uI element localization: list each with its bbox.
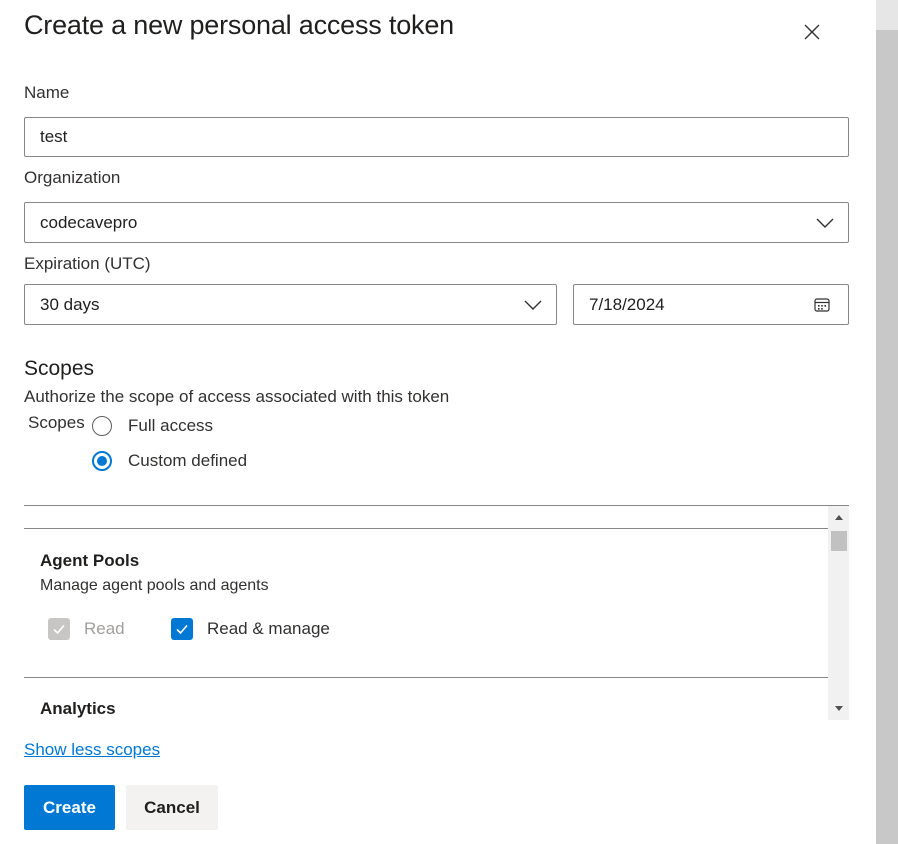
- name-input[interactable]: test: [24, 117, 849, 157]
- scope-description-agent-pools: Manage agent pools and agents: [40, 577, 269, 594]
- expiration-duration-value: 30 days: [40, 294, 100, 314]
- read-checkbox-label: Read: [84, 619, 125, 638]
- scopes-group-label: Scopes: [28, 413, 85, 432]
- chevron-down-icon: [816, 218, 834, 228]
- scopes-description: Authorize the scope of access associated…: [24, 387, 450, 406]
- expiration-duration-dropdown[interactable]: 30 days: [24, 284, 557, 325]
- create-button[interactable]: Create: [24, 785, 115, 830]
- expiration-date-picker[interactable]: 7/18/2024: [573, 284, 849, 325]
- scroll-down-arrow-icon[interactable]: [835, 706, 843, 711]
- close-icon: [804, 24, 820, 40]
- scrollbar-thumb[interactable]: [831, 531, 847, 551]
- full-access-label: Full access: [128, 416, 214, 435]
- read-manage-checkbox-label: Read & manage: [207, 619, 330, 638]
- organization-value: codecavepro: [40, 212, 138, 232]
- custom-defined-label: Custom defined: [128, 451, 248, 470]
- scope-list-scrollbar[interactable]: [828, 506, 849, 720]
- scope-name-agent-pools: Agent Pools: [40, 551, 140, 570]
- scopes-heading: Scopes: [24, 357, 95, 380]
- scrollbar-track: [876, 0, 898, 30]
- calendar-icon[interactable]: [814, 297, 830, 313]
- checkmark-icon: [53, 624, 65, 635]
- checkbox-box: [171, 618, 193, 640]
- name-label: Name: [24, 83, 70, 102]
- scope-divider: [24, 528, 828, 529]
- scope-divider: [24, 677, 828, 678]
- cancel-button[interactable]: Cancel: [126, 785, 218, 830]
- create-token-dialog: Create a new personal access token Name …: [0, 0, 876, 844]
- dialog-title: Create a new personal access token: [24, 10, 454, 40]
- scope-list[interactable]: Agent Pools Manage agent pools and agent…: [24, 506, 849, 720]
- radio-circle: [92, 416, 112, 436]
- expiration-date-value: 7/18/2024: [589, 294, 665, 314]
- organization-dropdown[interactable]: codecavepro: [24, 202, 849, 243]
- show-less-scopes-link[interactable]: Show less scopes: [24, 740, 160, 760]
- page-scrollbar[interactable]: [876, 0, 898, 844]
- read-manage-checkbox[interactable]: Read & manage: [171, 618, 330, 640]
- full-access-radio[interactable]: Full access: [92, 416, 213, 436]
- scope-name-analytics: Analytics: [40, 699, 116, 718]
- radio-circle-selected: [92, 451, 112, 471]
- name-input-value: test: [40, 127, 68, 146]
- scroll-up-arrow-icon[interactable]: [835, 515, 843, 520]
- expiration-label: Expiration (UTC): [24, 254, 151, 273]
- chevron-down-icon: [524, 300, 542, 310]
- checkbox-box: [48, 618, 70, 640]
- custom-defined-radio[interactable]: Custom defined: [92, 451, 247, 471]
- read-checkbox: Read: [48, 618, 125, 640]
- checkmark-icon: [176, 624, 188, 635]
- organization-label: Organization: [24, 168, 121, 187]
- close-button[interactable]: [798, 18, 826, 46]
